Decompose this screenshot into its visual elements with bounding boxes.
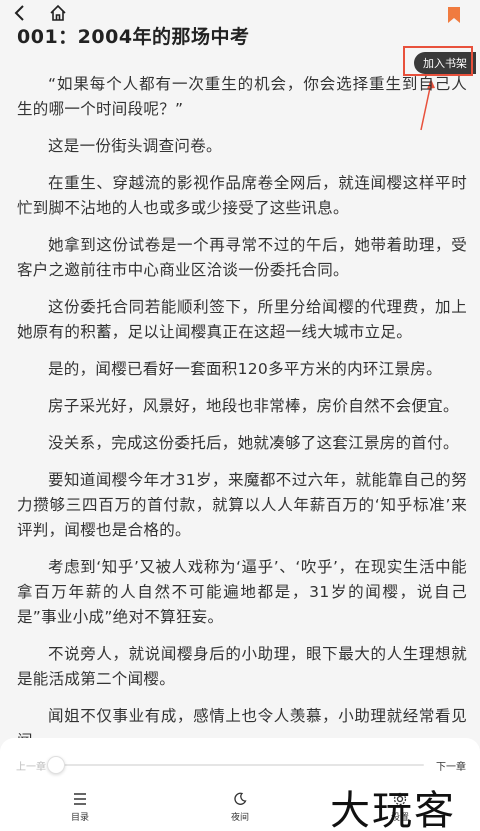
slider-knob[interactable] (47, 756, 65, 774)
tab-toc-label: 目录 (70, 813, 89, 823)
top-bar (0, 0, 480, 26)
tab-night-label: 夜间 (230, 813, 249, 823)
moon-icon (210, 792, 270, 810)
paragraph: 房子采光好，风景好，地段也非常棒，房价自然不会便宜。 (48, 397, 459, 415)
paragraph: 在重生、穿越流的影视作品席卷全网后，就连闻樱这样平时忙到脚不沾地的人也或多或少接… (17, 174, 467, 217)
paragraph: 这是一份街头调查问卷。 (48, 137, 222, 155)
menu-list-icon (50, 792, 110, 810)
paragraph: 是的，闻樱已看好一套面积120多平方米的内环江景房。 (48, 360, 442, 378)
paragraph: “如果每个人都有一次重生的机会，你会选择重生到自己人生的哪一个时间段呢？” (17, 75, 467, 118)
paragraph: 不说旁人，就说闻樱身后的小助理，眼下最大的人生理想就是能活成第二个闻樱。 (17, 645, 467, 688)
paragraph: 没关系，完成这份委托后，她就凑够了这套江景房的首付。 (48, 434, 459, 452)
chapter-content: “如果每个人都有一次重生的机会，你会选择重生到自己人生的哪一个时间段呢？” 这是… (17, 72, 467, 766)
watermark: 大玩客 (330, 788, 456, 831)
back-chevron-icon[interactable] (8, 2, 32, 24)
paragraph: 要知道闻樱今年才31岁，来魔都不过六年，就能靠自己的努力攒够三四百万的首付款，就… (17, 471, 467, 539)
tab-night[interactable]: 夜间 (210, 792, 270, 823)
paragraph: 这份委托合同若能顺利签下，所里分给闻樱的代理费，加上她原有的积蓄，足以让闻樱真正… (17, 298, 467, 341)
chapter-title: 001：2004年的那场中考 (17, 26, 250, 46)
paragraph: 考虑到‘知乎’又被人戏称为‘逼乎’、‘吹乎’，在现实生活中能拿百万年薪的人自然不… (17, 558, 467, 626)
tab-toc[interactable]: 目录 (50, 792, 110, 823)
prev-chapter-button[interactable]: 上一章 (16, 758, 46, 773)
next-chapter-button[interactable]: 下一章 (436, 758, 466, 773)
paragraph: 她拿到这份试卷是一个再寻常不过的午后，她带着助理，受客户之邀前往市中心商业区洽谈… (17, 236, 467, 279)
home-icon[interactable] (46, 2, 70, 24)
chapter-progress-slider[interactable] (47, 756, 424, 774)
bookmark-icon[interactable] (442, 4, 466, 26)
